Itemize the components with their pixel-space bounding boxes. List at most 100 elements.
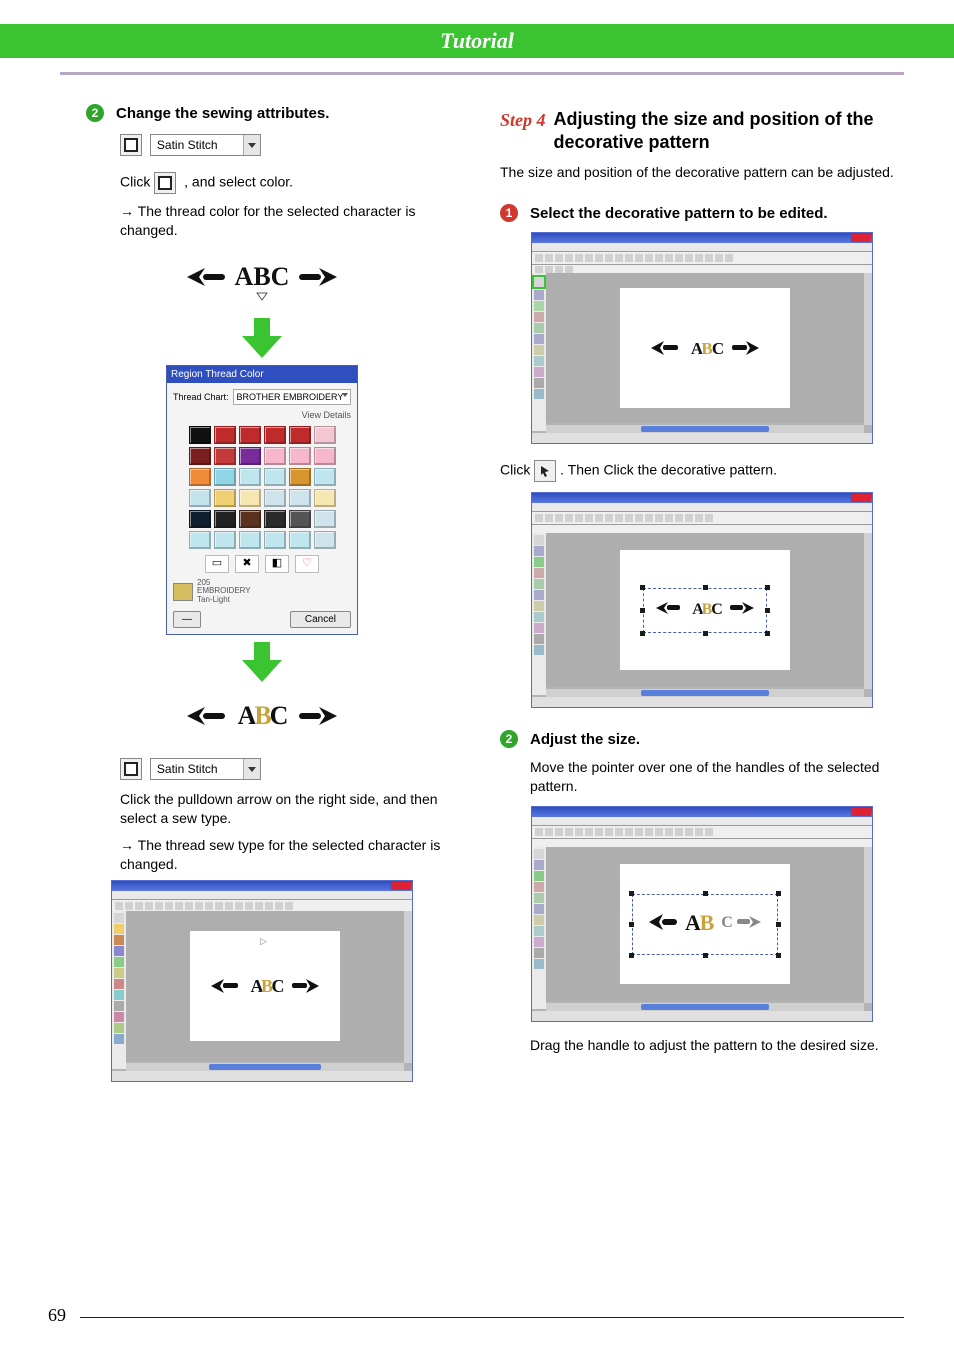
color-swatch[interactable] <box>314 468 336 486</box>
color-swatch[interactable] <box>214 531 236 549</box>
page-title: Tutorial <box>0 24 954 58</box>
color-swatch[interactable] <box>264 468 286 486</box>
color-swatch[interactable] <box>239 426 261 444</box>
selected-color-swatch <box>173 583 193 601</box>
right-column: Step 4 Adjusting the size and position o… <box>500 104 904 1288</box>
color-swatch[interactable] <box>214 426 236 444</box>
color-swatch[interactable] <box>189 531 211 549</box>
option-icon[interactable]: ▭ <box>205 555 229 573</box>
step-4-heading: Adjusting the size and position of the d… <box>554 108 904 153</box>
step-2-heading: Change the sewing attributes. <box>116 104 329 124</box>
dialog-cancel-button[interactable]: Cancel <box>290 611 351 629</box>
footer-rule <box>80 1317 904 1318</box>
result-arrow-line-1: → The thread color for the selected char… <box>120 203 415 238</box>
adjust-step-2-heading: Adjust the size. <box>530 730 640 750</box>
color-swatch[interactable] <box>239 531 261 549</box>
thread-color-dialog: Region Thread Color Thread Chart: BROTHE… <box>166 365 358 636</box>
decorative-sample-2: A B C <box>177 691 347 741</box>
color-swatch[interactable] <box>289 531 311 549</box>
app-screenshot-left: A B C ▷ <box>111 880 413 1082</box>
svg-text:C: C <box>270 701 289 730</box>
page-number: 69 <box>48 1305 66 1326</box>
drag-handle-text: Drag the handle to adjust the pattern to… <box>530 1036 904 1055</box>
svg-text:C: C <box>721 914 733 931</box>
fill-square-icon <box>158 176 172 190</box>
color-swatch[interactable] <box>314 447 336 465</box>
color-swatch[interactable] <box>214 489 236 507</box>
color-swatch[interactable] <box>314 426 336 444</box>
stitch-type-dropdown-2[interactable]: Satin Stitch <box>150 758 261 780</box>
selected-color-name: Tan-Light <box>197 596 251 605</box>
color-swatch[interactable] <box>264 489 286 507</box>
color-swatch[interactable] <box>264 426 286 444</box>
click-text-prefix: Click <box>120 174 154 190</box>
result-arrow-line-2: → The thread sew type for the selected c… <box>120 837 440 872</box>
stitch-type-dropdown[interactable]: Satin Stitch <box>150 134 261 156</box>
dialog-title: Region Thread Color <box>167 366 357 384</box>
color-swatch[interactable] <box>239 468 261 486</box>
dialog-option-icons: ▭ ✖ ◧ ♡ <box>173 555 351 573</box>
header-rule <box>60 72 904 75</box>
adjust-step-2-badge: 2 <box>500 730 518 748</box>
svg-text:C: C <box>711 601 723 618</box>
svg-text:A: A <box>685 910 701 935</box>
color-swatch[interactable] <box>189 489 211 507</box>
down-arrow-icon <box>242 641 282 683</box>
stitch-type-value: Satin Stitch <box>151 135 243 155</box>
svg-text:C: C <box>272 976 285 996</box>
app-screenshot-r3: A B C <box>531 806 873 1022</box>
header-bar: Tutorial <box>0 24 954 58</box>
color-swatch[interactable] <box>314 489 336 507</box>
chevron-down-icon <box>243 135 260 155</box>
fill-color-button[interactable] <box>120 758 142 780</box>
color-swatch[interactable] <box>314 510 336 528</box>
color-swatch[interactable] <box>314 531 336 549</box>
stitch-type-value-2: Satin Stitch <box>151 759 243 779</box>
step-1-badge: 1 <box>500 204 518 222</box>
app-screenshot-r1: A B C <box>531 232 873 444</box>
move-pointer-text: Move the pointer over one of the handles… <box>530 758 904 796</box>
color-swatch[interactable] <box>189 447 211 465</box>
color-swatch[interactable] <box>289 468 311 486</box>
click-pointer-prefix: Click <box>500 462 534 478</box>
chevron-down-icon <box>243 759 260 779</box>
color-swatch[interactable] <box>214 447 236 465</box>
color-swatch[interactable] <box>264 447 286 465</box>
color-swatch[interactable] <box>264 531 286 549</box>
color-swatch-grid[interactable] <box>173 426 351 549</box>
fill-square-icon <box>124 762 138 776</box>
svg-text:ABC: ABC <box>235 262 290 291</box>
svg-text:B: B <box>700 910 715 935</box>
color-swatch[interactable] <box>239 510 261 528</box>
thread-chart-label: Thread Chart: <box>173 391 229 403</box>
heart-icon[interactable]: ♡ <box>295 555 319 573</box>
option-icon[interactable]: ◧ <box>265 555 289 573</box>
step-2-badge: 2 <box>86 104 104 122</box>
color-swatch[interactable] <box>289 447 311 465</box>
step-1-heading: Select the decorative pattern to be edit… <box>530 204 904 224</box>
click-pointer-suffix: . Then Click the decorative pattern. <box>560 462 777 478</box>
color-swatch[interactable] <box>189 468 211 486</box>
dialog-ok-button[interactable]: — <box>173 611 201 629</box>
down-arrow-icon <box>242 317 282 359</box>
pointer-icon <box>539 465 551 477</box>
app-screenshot-r2: A B C <box>531 492 873 708</box>
color-swatch[interactable] <box>189 510 211 528</box>
thread-chart-select[interactable]: BROTHER EMBROIDERY <box>233 389 351 405</box>
color-swatch[interactable] <box>264 510 286 528</box>
fill-color-button[interactable] <box>120 134 142 156</box>
color-swatch[interactable] <box>214 510 236 528</box>
left-column: 2 Change the sewing attributes. Satin St… <box>60 104 464 1288</box>
color-swatch[interactable] <box>239 489 261 507</box>
color-swatch[interactable] <box>289 510 311 528</box>
fill-color-button-inline[interactable] <box>154 172 176 194</box>
color-swatch[interactable] <box>214 468 236 486</box>
view-details-checkbox[interactable]: View Details <box>173 409 351 421</box>
color-swatch[interactable] <box>289 426 311 444</box>
pulldown-instruction: Click the pulldown arrow on the right si… <box>120 790 464 828</box>
color-swatch[interactable] <box>239 447 261 465</box>
color-swatch[interactable] <box>189 426 211 444</box>
pointer-tool-button[interactable] <box>534 460 556 482</box>
option-icon[interactable]: ✖ <box>235 555 259 573</box>
color-swatch[interactable] <box>289 489 311 507</box>
